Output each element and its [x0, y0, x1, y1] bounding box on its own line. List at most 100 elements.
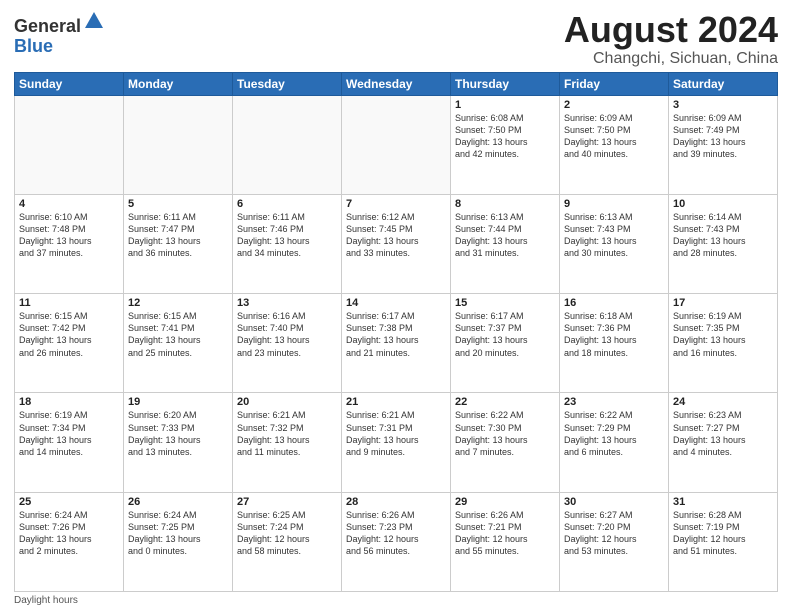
day-number: 1 [455, 99, 555, 111]
day-info: Sunrise: 6:23 AM Sunset: 7:27 PM Dayligh… [673, 409, 773, 458]
day-number: 29 [455, 496, 555, 508]
day-info: Sunrise: 6:22 AM Sunset: 7:29 PM Dayligh… [564, 409, 664, 458]
day-number: 14 [346, 297, 446, 309]
day-header-saturday: Saturday [669, 72, 778, 95]
footer-note: Daylight hours [14, 595, 778, 606]
week-row-3: 18Sunrise: 6:19 AM Sunset: 7:34 PM Dayli… [15, 393, 778, 492]
day-number: 3 [673, 99, 773, 111]
day-number: 25 [19, 496, 119, 508]
logo-general: General [14, 16, 81, 36]
day-header-tuesday: Tuesday [233, 72, 342, 95]
logo-blue-text: Blue [14, 37, 105, 57]
day-info: Sunrise: 6:10 AM Sunset: 7:48 PM Dayligh… [19, 211, 119, 260]
day-cell: 25Sunrise: 6:24 AM Sunset: 7:26 PM Dayli… [15, 492, 124, 591]
day-cell [342, 95, 451, 194]
logo-blue: Blue [14, 36, 53, 56]
day-cell: 23Sunrise: 6:22 AM Sunset: 7:29 PM Dayli… [560, 393, 669, 492]
logo-text: General [14, 10, 105, 37]
title-month: August 2024 [564, 10, 778, 50]
day-cell: 19Sunrise: 6:20 AM Sunset: 7:33 PM Dayli… [124, 393, 233, 492]
day-info: Sunrise: 6:13 AM Sunset: 7:43 PM Dayligh… [564, 211, 664, 260]
day-cell: 20Sunrise: 6:21 AM Sunset: 7:32 PM Dayli… [233, 393, 342, 492]
day-cell: 31Sunrise: 6:28 AM Sunset: 7:19 PM Dayli… [669, 492, 778, 591]
day-number: 2 [564, 99, 664, 111]
day-number: 17 [673, 297, 773, 309]
day-header-sunday: Sunday [15, 72, 124, 95]
day-header-thursday: Thursday [451, 72, 560, 95]
week-row-2: 11Sunrise: 6:15 AM Sunset: 7:42 PM Dayli… [15, 294, 778, 393]
day-info: Sunrise: 6:21 AM Sunset: 7:32 PM Dayligh… [237, 409, 337, 458]
day-cell: 11Sunrise: 6:15 AM Sunset: 7:42 PM Dayli… [15, 294, 124, 393]
day-info: Sunrise: 6:18 AM Sunset: 7:36 PM Dayligh… [564, 310, 664, 359]
day-number: 23 [564, 396, 664, 408]
day-info: Sunrise: 6:24 AM Sunset: 7:25 PM Dayligh… [128, 509, 228, 558]
day-cell: 22Sunrise: 6:22 AM Sunset: 7:30 PM Dayli… [451, 393, 560, 492]
day-number: 28 [346, 496, 446, 508]
day-info: Sunrise: 6:15 AM Sunset: 7:42 PM Dayligh… [19, 310, 119, 359]
week-row-0: 1Sunrise: 6:08 AM Sunset: 7:50 PM Daylig… [15, 95, 778, 194]
day-number: 20 [237, 396, 337, 408]
day-info: Sunrise: 6:19 AM Sunset: 7:34 PM Dayligh… [19, 409, 119, 458]
day-cell: 28Sunrise: 6:26 AM Sunset: 7:23 PM Dayli… [342, 492, 451, 591]
day-info: Sunrise: 6:15 AM Sunset: 7:41 PM Dayligh… [128, 310, 228, 359]
day-number: 24 [673, 396, 773, 408]
day-info: Sunrise: 6:17 AM Sunset: 7:37 PM Dayligh… [455, 310, 555, 359]
day-cell: 2Sunrise: 6:09 AM Sunset: 7:50 PM Daylig… [560, 95, 669, 194]
day-number: 8 [455, 198, 555, 210]
day-info: Sunrise: 6:26 AM Sunset: 7:23 PM Dayligh… [346, 509, 446, 558]
day-info: Sunrise: 6:14 AM Sunset: 7:43 PM Dayligh… [673, 211, 773, 260]
day-info: Sunrise: 6:08 AM Sunset: 7:50 PM Dayligh… [455, 112, 555, 161]
day-cell: 4Sunrise: 6:10 AM Sunset: 7:48 PM Daylig… [15, 194, 124, 293]
day-info: Sunrise: 6:13 AM Sunset: 7:44 PM Dayligh… [455, 211, 555, 260]
day-info: Sunrise: 6:09 AM Sunset: 7:49 PM Dayligh… [673, 112, 773, 161]
day-cell: 24Sunrise: 6:23 AM Sunset: 7:27 PM Dayli… [669, 393, 778, 492]
day-number: 30 [564, 496, 664, 508]
day-cell: 7Sunrise: 6:12 AM Sunset: 7:45 PM Daylig… [342, 194, 451, 293]
day-cell: 5Sunrise: 6:11 AM Sunset: 7:47 PM Daylig… [124, 194, 233, 293]
day-cell: 1Sunrise: 6:08 AM Sunset: 7:50 PM Daylig… [451, 95, 560, 194]
day-number: 7 [346, 198, 446, 210]
day-info: Sunrise: 6:17 AM Sunset: 7:38 PM Dayligh… [346, 310, 446, 359]
day-number: 6 [237, 198, 337, 210]
week-row-4: 25Sunrise: 6:24 AM Sunset: 7:26 PM Dayli… [15, 492, 778, 591]
day-number: 4 [19, 198, 119, 210]
day-info: Sunrise: 6:22 AM Sunset: 7:30 PM Dayligh… [455, 409, 555, 458]
header-row: SundayMondayTuesdayWednesdayThursdayFrid… [15, 72, 778, 95]
day-cell: 27Sunrise: 6:25 AM Sunset: 7:24 PM Dayli… [233, 492, 342, 591]
day-info: Sunrise: 6:20 AM Sunset: 7:33 PM Dayligh… [128, 409, 228, 458]
day-cell: 13Sunrise: 6:16 AM Sunset: 7:40 PM Dayli… [233, 294, 342, 393]
day-cell: 30Sunrise: 6:27 AM Sunset: 7:20 PM Dayli… [560, 492, 669, 591]
day-info: Sunrise: 6:27 AM Sunset: 7:20 PM Dayligh… [564, 509, 664, 558]
day-number: 15 [455, 297, 555, 309]
day-cell [233, 95, 342, 194]
day-number: 27 [237, 496, 337, 508]
day-header-monday: Monday [124, 72, 233, 95]
day-info: Sunrise: 6:21 AM Sunset: 7:31 PM Dayligh… [346, 409, 446, 458]
day-cell: 6Sunrise: 6:11 AM Sunset: 7:46 PM Daylig… [233, 194, 342, 293]
day-info: Sunrise: 6:26 AM Sunset: 7:21 PM Dayligh… [455, 509, 555, 558]
day-info: Sunrise: 6:16 AM Sunset: 7:40 PM Dayligh… [237, 310, 337, 359]
day-cell: 21Sunrise: 6:21 AM Sunset: 7:31 PM Dayli… [342, 393, 451, 492]
day-cell: 10Sunrise: 6:14 AM Sunset: 7:43 PM Dayli… [669, 194, 778, 293]
calendar-table: SundayMondayTuesdayWednesdayThursdayFrid… [14, 72, 778, 592]
day-cell [15, 95, 124, 194]
day-cell: 18Sunrise: 6:19 AM Sunset: 7:34 PM Dayli… [15, 393, 124, 492]
page: General Blue August 2024 Changchi, Sichu… [0, 0, 792, 612]
day-info: Sunrise: 6:11 AM Sunset: 7:47 PM Dayligh… [128, 211, 228, 260]
day-info: Sunrise: 6:19 AM Sunset: 7:35 PM Dayligh… [673, 310, 773, 359]
day-cell: 17Sunrise: 6:19 AM Sunset: 7:35 PM Dayli… [669, 294, 778, 393]
day-cell: 26Sunrise: 6:24 AM Sunset: 7:25 PM Dayli… [124, 492, 233, 591]
day-number: 31 [673, 496, 773, 508]
day-number: 26 [128, 496, 228, 508]
day-cell: 15Sunrise: 6:17 AM Sunset: 7:37 PM Dayli… [451, 294, 560, 393]
day-cell: 12Sunrise: 6:15 AM Sunset: 7:41 PM Dayli… [124, 294, 233, 393]
day-header-wednesday: Wednesday [342, 72, 451, 95]
title-area: August 2024 Changchi, Sichuan, China [564, 10, 778, 68]
day-number: 11 [19, 297, 119, 309]
day-number: 5 [128, 198, 228, 210]
day-cell [124, 95, 233, 194]
logo-icon [83, 10, 105, 32]
day-cell: 29Sunrise: 6:26 AM Sunset: 7:21 PM Dayli… [451, 492, 560, 591]
day-cell: 9Sunrise: 6:13 AM Sunset: 7:43 PM Daylig… [560, 194, 669, 293]
day-info: Sunrise: 6:12 AM Sunset: 7:45 PM Dayligh… [346, 211, 446, 260]
